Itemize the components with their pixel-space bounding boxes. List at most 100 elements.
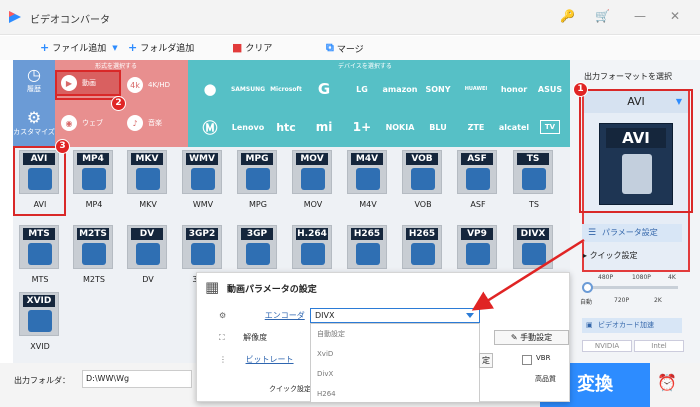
format-item[interactable]: MP4 MP4 [71, 150, 119, 214]
settings-button[interactable]: 定 [479, 353, 493, 368]
alarm-clock-icon[interactable]: ⏰ [657, 373, 677, 392]
pencil-icon: ✎ [510, 333, 518, 342]
quick-4k[interactable]: 4K [668, 274, 676, 281]
quick-480p[interactable]: 480P [598, 274, 613, 281]
key-icon[interactable]: 🔑 [560, 9, 575, 23]
quick-slider-track[interactable] [588, 286, 678, 289]
format-item[interactable]: DV DV [125, 225, 173, 289]
encoder-dropdown: 自動設定 XviD DivX H264 [310, 323, 480, 403]
manual-settings-button[interactable]: ✎ 手動設定 [494, 330, 569, 345]
device-apple[interactable]: ● [192, 72, 228, 106]
device-lenovo[interactable]: Lenovo [230, 110, 266, 144]
format-tile: WMV [182, 150, 222, 194]
history-button[interactable]: ◷ 履歴 [13, 60, 55, 103]
format-item[interactable]: ASF ASF [455, 150, 503, 214]
encoder-option[interactable]: H264 [311, 384, 479, 404]
format-item[interactable]: TS TS [511, 150, 559, 214]
cart-icon[interactable]: 🛒 [595, 9, 610, 23]
encoder-select[interactable]: DIVX [310, 308, 480, 323]
format-item[interactable]: M2TS M2TS [71, 225, 119, 289]
film-settings-icon: ▦ [205, 278, 220, 296]
device-oneplus[interactable]: 1+ [344, 110, 380, 144]
add-file-button[interactable]: + ファイル追加 ▼ [40, 41, 118, 54]
device-xiaomi[interactable]: mi [306, 110, 342, 144]
encoder-option[interactable]: 自動設定 [311, 324, 479, 344]
encoder-option[interactable]: DivX [311, 364, 479, 384]
tv-icon: TV [539, 120, 561, 134]
format-icon [522, 243, 546, 265]
minimize-button[interactable]: — [634, 9, 646, 23]
add-folder-button[interactable]: + フォルダ追加 [128, 41, 194, 54]
device-blu[interactable]: BLU [420, 110, 456, 144]
quick-auto[interactable]: 自動 [580, 297, 592, 306]
device-honor[interactable]: honor [496, 72, 532, 106]
gear-icon: ⚙ [219, 311, 227, 320]
format-tile: MTS [19, 225, 59, 269]
format-tile: M2TS [73, 225, 113, 269]
category-4khd[interactable]: 4k 4K/HD [123, 72, 187, 98]
device-tv[interactable]: TV [532, 110, 568, 144]
encoder-option[interactable]: XviD [311, 344, 479, 364]
format-item[interactable]: MKV MKV [125, 150, 173, 214]
clear-button[interactable]: ■ クリア [232, 41, 272, 54]
format-label: XVID [30, 342, 50, 351]
nvidia-toggle[interactable]: NVIDIA [582, 340, 632, 352]
format-item[interactable]: MPG MPG [235, 150, 283, 214]
manual-settings-label: 手動設定 [520, 333, 553, 342]
device-motorola[interactable]: Ⓜ [192, 110, 228, 144]
device-huawei[interactable]: HUAWEI [458, 72, 494, 106]
resolution-icon: ⛶ [219, 333, 225, 342]
format-tile: 3GP2 [182, 225, 222, 269]
clear-label: クリア [245, 44, 273, 54]
device-lg[interactable]: LG [344, 72, 380, 106]
vbr-checkbox[interactable] [522, 355, 532, 365]
device-samsung[interactable]: SAMSUNG [230, 72, 266, 106]
quick-720p[interactable]: 720P [614, 297, 629, 304]
format-tag: MOV [296, 153, 328, 165]
quick-slider-handle[interactable] [582, 282, 593, 293]
format-tile: MOV [292, 150, 332, 194]
device-htc[interactable]: htc [268, 110, 304, 144]
merge-button[interactable]: ⧉ マージ [326, 41, 364, 55]
quick-settings-label: クイック設定 [589, 251, 638, 260]
category-music[interactable]: ♪ 音楽 [123, 110, 187, 136]
format-icon [246, 168, 270, 190]
encoder-label[interactable]: エンコーダ [265, 311, 305, 320]
format-label: M4V [359, 200, 377, 209]
format-item[interactable]: MOV MOV [290, 150, 338, 214]
bitrate-label[interactable]: ビットレート [246, 355, 294, 364]
customize-label: カスタマイズ [13, 128, 55, 136]
device-google[interactable]: G [306, 72, 342, 106]
quick-2k[interactable]: 2K [654, 297, 662, 304]
device-nokia[interactable]: NOKIA [382, 110, 418, 144]
format-tile: M4V [347, 150, 387, 194]
format-tag: TS [517, 153, 549, 165]
device-amazon[interactable]: amazon [382, 72, 418, 106]
format-item[interactable]: XVID XVID [17, 292, 65, 356]
category-header: 形式を選択する [95, 63, 138, 70]
output-folder-input[interactable]: D:\WW\Wg [82, 370, 192, 388]
customize-button[interactable]: ⚙ カスタマイズ [13, 103, 55, 146]
device-sony[interactable]: SONY [420, 72, 456, 106]
close-button[interactable]: ✕ [670, 9, 680, 23]
format-icon [28, 243, 52, 265]
format-icon [522, 168, 546, 190]
format-icon [246, 243, 270, 265]
device-microsoft[interactable]: Microsoft [268, 72, 304, 106]
quick-1080p[interactable]: 1080P [632, 274, 651, 281]
music-icon: ♪ [127, 115, 143, 131]
format-tile: MP4 [73, 150, 113, 194]
4k-icon: 4k [127, 77, 143, 93]
format-item[interactable]: WMV WMV [180, 150, 228, 214]
category-web[interactable]: ◉ ウェブ [57, 110, 121, 136]
intel-toggle[interactable]: Intel [634, 340, 684, 352]
format-item[interactable]: M4V M4V [345, 150, 393, 214]
parameter-settings-button[interactable]: ☰ パラメータ設定 [582, 224, 682, 242]
device-zte[interactable]: ZTE [458, 110, 494, 144]
format-item[interactable]: MTS MTS [17, 225, 65, 289]
device-asus[interactable]: ASUS [532, 72, 568, 106]
gpu-icon: ▣ [586, 321, 593, 329]
device-alcatel[interactable]: alcatel [496, 110, 532, 144]
format-item[interactable]: VOB VOB [400, 150, 448, 214]
format-label: ASF [470, 200, 486, 209]
